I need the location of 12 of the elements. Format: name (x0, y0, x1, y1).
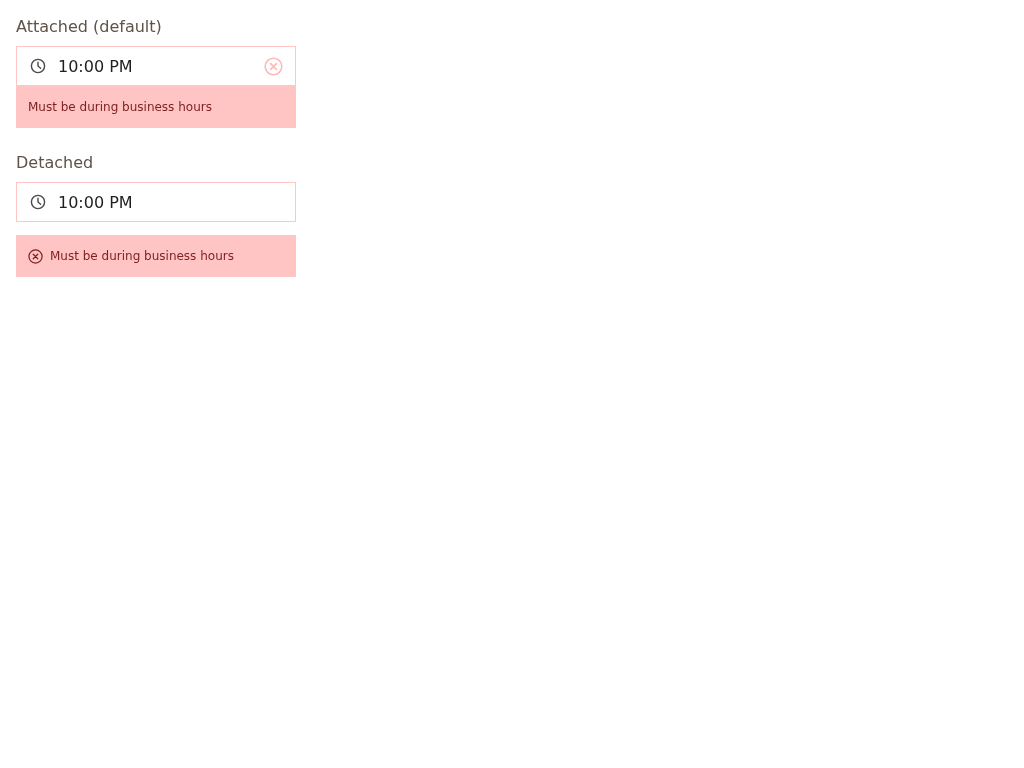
error-icon (28, 248, 43, 264)
error-text: Must be during business hours (28, 99, 212, 115)
field-label: Detached (16, 152, 94, 174)
time-field[interactable]: 10:00 PM (16, 182, 296, 222)
clear-icon[interactable] (264, 56, 283, 76)
field-label: Attached (default) (16, 16, 162, 38)
time-field[interactable]: 10:00 PM (16, 46, 296, 86)
time-input[interactable]: 10:00 PM (58, 191, 283, 213)
error-text: Must be during business hours (50, 248, 234, 264)
clock-icon (30, 58, 46, 74)
time-input[interactable]: 10:00 PM (58, 55, 252, 77)
clock-icon (30, 194, 46, 210)
